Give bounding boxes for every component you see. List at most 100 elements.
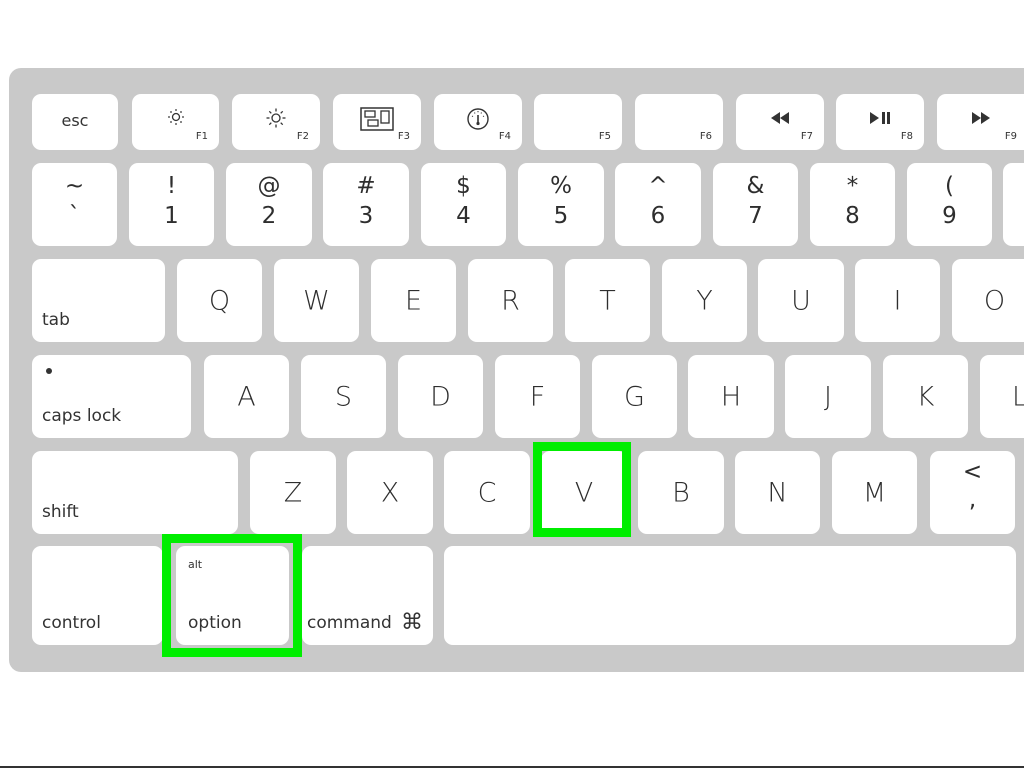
key-label: A	[237, 381, 256, 412]
key-label: esc	[61, 111, 89, 130]
key-base-legend: 8	[845, 203, 860, 229]
key-shift-legend: %	[550, 173, 572, 199]
key-8[interactable]: * 8	[810, 163, 895, 246]
key-e[interactable]: E	[371, 259, 456, 342]
key-label: C	[477, 477, 497, 508]
key-label: control	[42, 613, 101, 633]
key-label: U	[791, 285, 811, 316]
key-t[interactable]: T	[565, 259, 650, 342]
key-base-legend: 3	[358, 203, 374, 229]
key-g[interactable]: G	[592, 355, 677, 438]
key-label: F6	[699, 131, 712, 142]
key-2[interactable]: @ 2	[226, 163, 312, 246]
key-label: M	[862, 477, 887, 508]
key-label: F8	[900, 131, 913, 142]
key-command[interactable]: command ⌘	[302, 546, 433, 645]
key-base-legend: 2	[261, 203, 277, 229]
key-control[interactable]: control	[32, 546, 163, 645]
key-f7[interactable]: F7	[736, 94, 824, 150]
key-c[interactable]: C	[444, 451, 530, 534]
key-i[interactable]: I	[855, 259, 940, 342]
key-f9[interactable]: F9	[937, 94, 1024, 150]
key-label: F1	[195, 131, 208, 142]
key-1[interactable]: ! 1	[129, 163, 214, 246]
key-shift-legend: !	[166, 173, 177, 199]
key-shift-legend: &	[746, 173, 765, 199]
key-esc[interactable]: esc	[32, 94, 118, 150]
dashboard-icon	[434, 107, 522, 131]
key-9[interactable]: ( 9	[907, 163, 992, 246]
key-label: F5	[598, 131, 611, 142]
key-base-legend: 5	[553, 203, 569, 229]
key-base-legend: 1	[164, 203, 179, 229]
key-w[interactable]: W	[274, 259, 359, 342]
key-label: O	[983, 285, 1006, 316]
key-f3[interactable]: F3	[333, 94, 421, 150]
key-h[interactable]: H	[688, 355, 774, 438]
key-label: F7	[800, 131, 813, 142]
key-u[interactable]: U	[758, 259, 844, 342]
key-base-legend: `	[68, 203, 81, 229]
key-f5[interactable]: F5	[534, 94, 622, 150]
key-f1[interactable]: F1	[132, 94, 219, 150]
key-j[interactable]: J	[785, 355, 871, 438]
key-b[interactable]: B	[638, 451, 724, 534]
key-4[interactable]: $ 4	[421, 163, 506, 246]
key-label: F	[529, 381, 546, 412]
key-a[interactable]: A	[204, 355, 289, 438]
key-label: X	[380, 477, 400, 508]
key-shift-legend: ~	[64, 173, 85, 199]
key-label: Y	[696, 285, 713, 316]
key-q[interactable]: Q	[177, 259, 262, 342]
key-shift-legend: $	[456, 173, 471, 199]
key-label: E	[404, 285, 423, 316]
key-label: W	[303, 285, 330, 316]
key-caps-lock[interactable]: caps lock	[32, 355, 191, 438]
key-m[interactable]: M	[832, 451, 917, 534]
key-l[interactable]: L	[980, 355, 1024, 438]
key-z[interactable]: Z	[250, 451, 336, 534]
key-3[interactable]: # 3	[323, 163, 409, 246]
key-shift-legend: (	[945, 173, 954, 199]
key-tab[interactable]: tab	[32, 259, 165, 342]
key-f6[interactable]: F6	[635, 94, 723, 150]
key-label: V	[574, 477, 594, 508]
key-v[interactable]: V	[541, 451, 627, 534]
key-6[interactable]: ^ 6	[615, 163, 701, 246]
key-shift[interactable]: shift	[32, 451, 238, 534]
key-label: L	[1012, 381, 1024, 412]
key-f2[interactable]: F2	[232, 94, 320, 150]
key-base-legend: ,	[968, 487, 977, 513]
key-label: S	[334, 381, 353, 412]
key-label: I	[893, 285, 902, 316]
mission-control-icon	[333, 107, 421, 131]
key-shift-legend: ^	[648, 173, 668, 199]
key-label: H	[720, 381, 742, 412]
key-7[interactable]: & 7	[713, 163, 798, 246]
key-label: F4	[498, 131, 511, 142]
key-label: command	[307, 613, 392, 633]
key-r[interactable]: R	[468, 259, 553, 342]
key-0-partial[interactable]	[1003, 163, 1024, 246]
key-option[interactable]: alt option	[176, 546, 289, 645]
key-d[interactable]: D	[398, 355, 483, 438]
key-s[interactable]: S	[301, 355, 386, 438]
key-tilde[interactable]: ~ `	[32, 163, 117, 246]
key-k[interactable]: K	[883, 355, 968, 438]
key-label: T	[599, 285, 616, 316]
key-n[interactable]: N	[735, 451, 820, 534]
rewind-icon	[736, 112, 824, 124]
fast-forward-icon	[937, 112, 1024, 124]
key-f[interactable]: F	[495, 355, 580, 438]
key-y[interactable]: Y	[662, 259, 747, 342]
key-x[interactable]: X	[347, 451, 433, 534]
key-label: option	[188, 613, 242, 633]
key-o[interactable]: O	[952, 259, 1024, 342]
key-f4[interactable]: F4	[434, 94, 522, 150]
key-label: Q	[208, 285, 231, 316]
key-comma[interactable]: < ,	[930, 451, 1015, 534]
key-space[interactable]	[444, 546, 1016, 645]
key-f8[interactable]: F8	[836, 94, 924, 150]
key-label: F9	[1004, 131, 1017, 142]
key-5[interactable]: % 5	[518, 163, 604, 246]
